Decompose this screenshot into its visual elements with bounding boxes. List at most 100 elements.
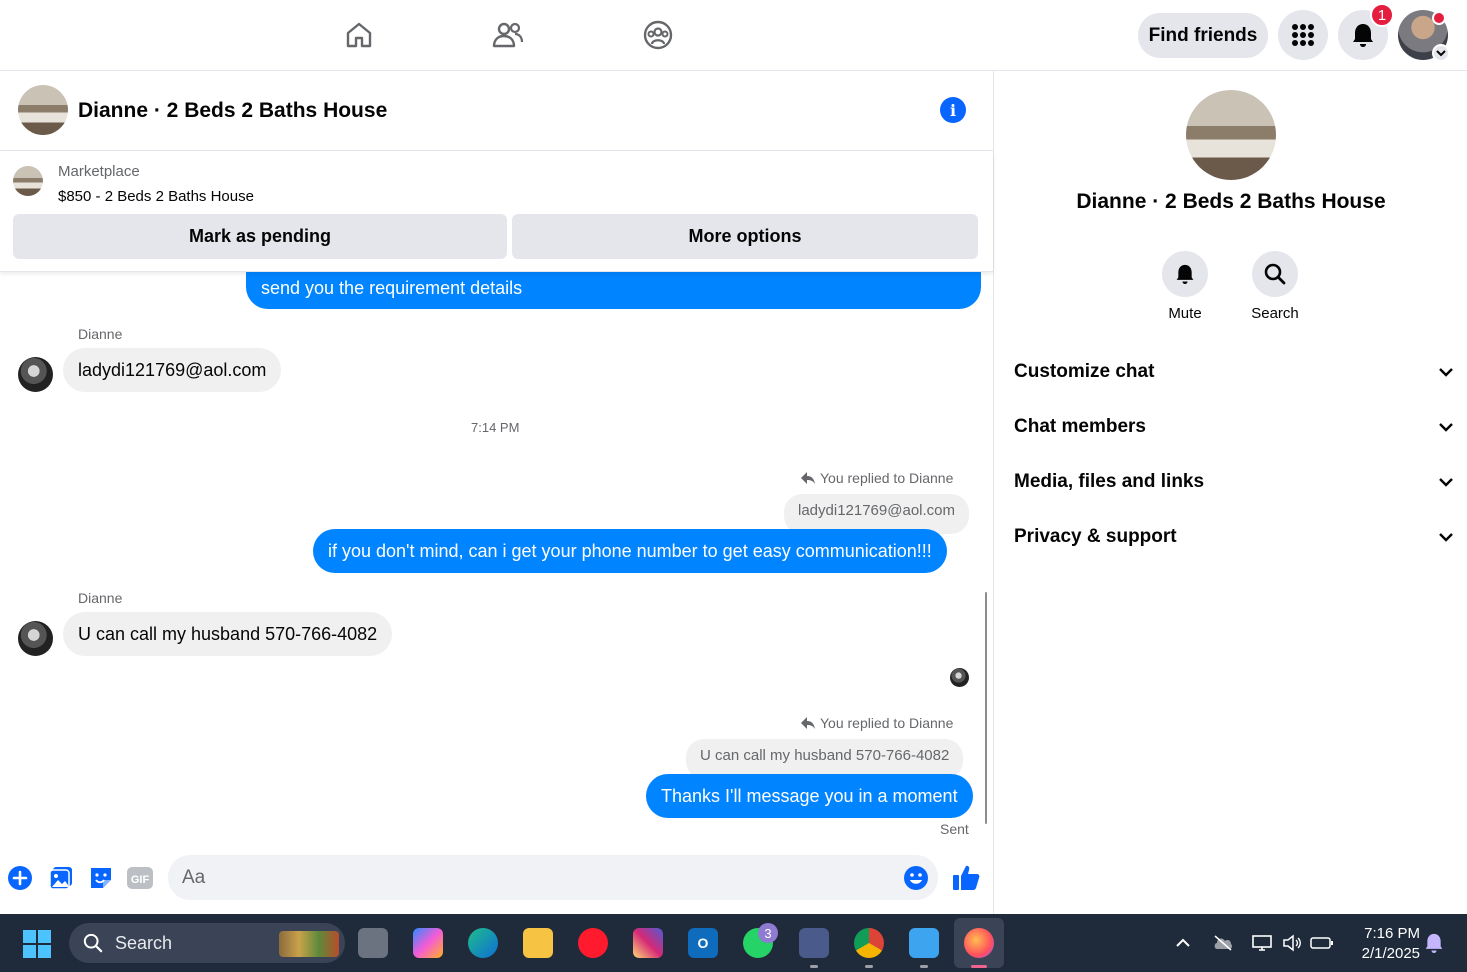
app-icon[interactable] (799, 928, 829, 958)
chat-title[interactable]: Dianne · 2 Beds 2 Baths House (78, 99, 387, 123)
like-button[interactable] (950, 864, 982, 892)
grid-menu-icon (1292, 24, 1314, 46)
more-options-button[interactable]: More options (512, 214, 978, 259)
cloud-offline-icon[interactable] (1208, 928, 1238, 958)
windows-start-icon[interactable] (22, 929, 52, 959)
running-indicator (971, 965, 987, 968)
section-customize-chat[interactable]: Customize chat (1014, 352, 1454, 392)
find-friends-button[interactable]: Find friends (1138, 13, 1268, 58)
bell-icon (1353, 24, 1373, 47)
battery-icon[interactable] (1307, 928, 1337, 958)
task-view-icon[interactable] (358, 928, 388, 958)
conversation-title: Dianne · 2 Beds 2 Baths House (1076, 190, 1386, 213)
thumbs-up-icon (953, 865, 980, 890)
file-explorer-icon[interactable] (523, 928, 553, 958)
chevron-down-icon (1439, 533, 1453, 542)
message-input[interactable] (168, 855, 938, 900)
listing-title[interactable]: $850 - 2 Beds 2 Baths House (58, 188, 254, 205)
profile-status-dot (1432, 11, 1446, 25)
mute-button[interactable] (1162, 251, 1208, 297)
photo-button[interactable] (47, 864, 75, 892)
message-text: Thanks I'll message you in a moment (661, 785, 958, 806)
chrome-icon[interactable] (854, 928, 884, 958)
sticker-button[interactable] (87, 864, 115, 892)
notepad-icon[interactable] (909, 928, 939, 958)
groups-icon[interactable] (640, 17, 676, 53)
svg-text:GIF: GIF (131, 874, 150, 886)
outlook-icon[interactable]: O (688, 928, 718, 958)
mute-action[interactable]: Mute (1150, 251, 1220, 322)
opera-icon[interactable] (578, 928, 608, 958)
quoted-message[interactable]: U can call my husband 570-766-4082 (686, 739, 964, 779)
emoji-icon (904, 866, 928, 890)
message-text: ladydi121769@aol.com (78, 359, 267, 380)
chevron-down-icon (1439, 478, 1453, 487)
chevron-down-icon (1439, 423, 1453, 432)
message-incoming[interactable]: U can call my husband 570-766-4082 (63, 612, 393, 656)
chat-avatar[interactable] (18, 85, 68, 135)
bell-icon (1176, 264, 1194, 284)
gif-button[interactable]: GIF (126, 864, 154, 892)
volume-icon[interactable] (1277, 928, 1307, 958)
edge-icon[interactable] (468, 928, 498, 958)
gif-icon: GIF (127, 867, 153, 889)
search-action[interactable]: Search (1240, 251, 1310, 322)
sticker-icon (91, 868, 111, 888)
reply-indicator: You replied to Dianne (800, 715, 953, 731)
emoji-button[interactable] (902, 864, 930, 892)
add-attachment-button[interactable] (6, 864, 34, 892)
taskbar-search[interactable]: Search (69, 923, 345, 963)
search-highlight-icon (279, 931, 339, 957)
photo-icon (49, 867, 72, 890)
notification-center-icon[interactable] (1419, 928, 1449, 958)
plus-circle-icon (8, 866, 32, 890)
sender-avatar[interactable] (18, 357, 53, 392)
message-outgoing[interactable]: if you don't mind, can i get your phone … (313, 529, 947, 573)
sender-avatar[interactable] (18, 621, 53, 656)
marketplace-banner: Marketplace $850 - 2 Beds 2 Baths House … (0, 151, 993, 272)
message-outgoing[interactable]: send you the requirement details (246, 272, 981, 309)
info-icon[interactable]: i (940, 97, 966, 123)
firefox-icon[interactable] (964, 928, 994, 958)
marketplace-label: Marketplace (58, 163, 140, 180)
clock-date: 2/1/2025 (1361, 945, 1420, 962)
chevron-up-icon[interactable] (1168, 928, 1198, 958)
message-composer: GIF (0, 842, 993, 914)
menu-button[interactable] (1278, 10, 1328, 60)
quoted-message[interactable]: ladydi121769@aol.com (784, 494, 969, 534)
section-privacy-support[interactable]: Privacy & support (1014, 517, 1454, 557)
taskbar-clock[interactable]: 7:16 PM 2/1/2025 (1340, 924, 1420, 964)
taskbar-search-label: Search (115, 932, 173, 953)
message-status: Sent (940, 821, 969, 837)
quoted-text: U can call my husband 570-766-4082 (700, 747, 950, 764)
sender-name: Dianne (78, 590, 123, 606)
message-thread[interactable]: send you the requirement details Dianne … (0, 272, 993, 842)
message-incoming[interactable]: ladydi121769@aol.com (63, 348, 282, 392)
section-chat-members[interactable]: Chat members (1014, 407, 1454, 447)
instagram-icon[interactable] (633, 928, 663, 958)
conversation-avatar[interactable] (1186, 90, 1276, 180)
listing-thumbnail[interactable] (13, 166, 43, 196)
search-icon (1264, 263, 1286, 285)
mark-pending-button[interactable]: Mark as pending (13, 214, 507, 259)
search-icon (83, 933, 103, 953)
message-text: if you don't mind, can i get your phone … (328, 540, 932, 561)
section-media-files-links[interactable]: Media, files and links (1014, 462, 1454, 502)
home-icon[interactable] (341, 17, 377, 53)
search-button[interactable] (1252, 251, 1298, 297)
taskbar: Search O 3 7:16 PM 2/1/2025 (0, 914, 1467, 972)
reply-icon (801, 717, 815, 729)
network-icon[interactable] (1247, 928, 1277, 958)
account-chevron[interactable] (1432, 44, 1450, 62)
sender-name: Dianne (78, 326, 123, 342)
whatsapp-badge: 3 (758, 923, 778, 943)
read-receipt-avatar (950, 668, 969, 687)
quoted-text: ladydi121769@aol.com (798, 502, 955, 519)
friends-icon[interactable] (490, 17, 526, 53)
section-label: Media, files and links (1014, 471, 1205, 492)
chevron-down-icon (1439, 368, 1453, 377)
thread-scrollbar[interactable] (985, 592, 987, 824)
message-outgoing[interactable]: Thanks I'll message you in a moment (646, 774, 973, 818)
copilot-icon[interactable] (413, 928, 443, 958)
chat-header: Dianne · 2 Beds 2 Baths House i (0, 71, 993, 151)
